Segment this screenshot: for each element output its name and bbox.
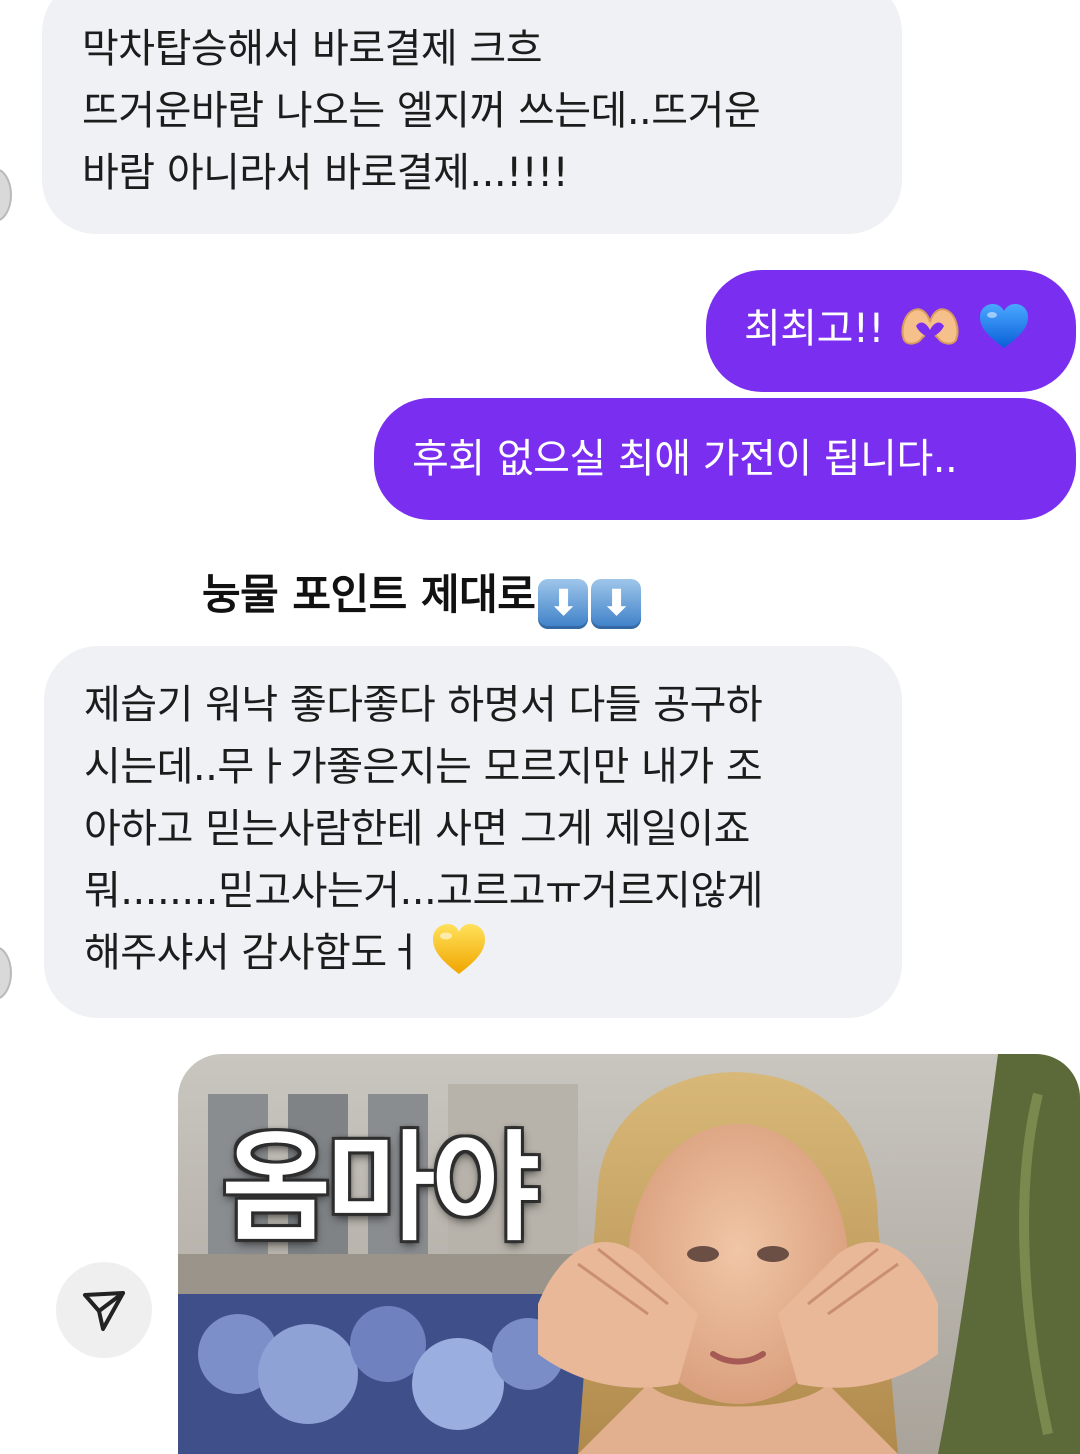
message-text-line: 뭐........믿고사는거...고르고ㅠ거르지않게 bbox=[84, 868, 763, 914]
message-text-line: 아하고 믿는사람한테 사면 그게 제일이죠 bbox=[84, 806, 750, 852]
outgoing-message-bubble[interactable]: 후회 없으실 최애 가전이 됩니다.. bbox=[374, 398, 1076, 520]
photo-overlay-text: 옴마야 bbox=[222, 1119, 540, 1257]
avatar[interactable] bbox=[0, 168, 12, 222]
down-arrow-icon: ⬇ bbox=[591, 579, 642, 629]
message-text-line: 제습기 워낙 좋다좋다 하명서 다들 공구하 bbox=[84, 682, 763, 728]
message-text: 해주샤서 감사함도ㅓ bbox=[84, 930, 423, 976]
yellow-heart-emoji bbox=[432, 924, 485, 974]
story-caption: 눙물 포인트 제대로 ⬇ ⬇ bbox=[202, 560, 642, 630]
avatar[interactable] bbox=[0, 946, 12, 1000]
outgoing-message-bubble[interactable]: 최최고!! bbox=[706, 270, 1076, 392]
send-icon bbox=[83, 1291, 125, 1331]
share-button[interactable] bbox=[56, 1262, 152, 1358]
message-text: 후회 없으실 최애 가전이 됩니다.. bbox=[412, 436, 958, 482]
heart-hands-emoji bbox=[901, 308, 959, 345]
incoming-message-bubble[interactable]: 막차탑승해서 바로결제 크흐 뜨거운바람 나오는 엘지꺼 쓰는데..뜨거운 바람… bbox=[42, 0, 902, 234]
blue-heart-emoji bbox=[980, 304, 1029, 348]
caption-text: 눙물 포인트 제대로 bbox=[202, 570, 536, 619]
message-text-line: 막차탑승해서 바로결제 크흐 bbox=[82, 26, 543, 72]
message-text: 최최고!! bbox=[744, 306, 884, 352]
shared-photo[interactable]: 옴마야 bbox=[178, 1054, 1080, 1454]
incoming-message-bubble[interactable]: 제습기 워낙 좋다좋다 하명서 다들 공구하 시는데..무ㅏ가좋은지는 모르지만… bbox=[44, 646, 902, 1018]
down-arrow-icon: ⬇ bbox=[538, 579, 589, 629]
message-text-line: 뜨거운바람 나오는 엘지꺼 쓰는데..뜨거운 bbox=[82, 88, 761, 134]
message-text-line: 해주샤서 감사함도ㅓ bbox=[84, 922, 862, 984]
message-text-line: 바람 아니라서 바로결제...!!!! bbox=[82, 150, 569, 196]
message-text-line: 시는데..무ㅏ가좋은지는 모르지만 내가 조 bbox=[84, 744, 763, 790]
